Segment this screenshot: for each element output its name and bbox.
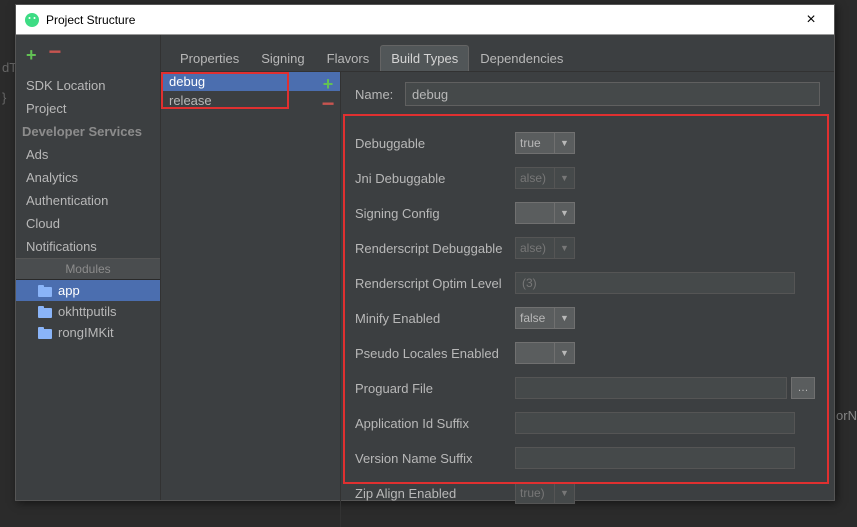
- sidebar-item[interactable]: Project: [16, 97, 160, 120]
- select-field[interactable]: ▼: [515, 202, 575, 224]
- field-label: Pseudo Locales Enabled: [355, 346, 515, 361]
- module-item[interactable]: app: [16, 280, 160, 301]
- tabs: PropertiesSigningFlavorsBuild TypesDepen…: [161, 35, 834, 72]
- field-label: Renderscript Debuggable: [355, 241, 515, 256]
- project-structure-dialog: Project Structure × + − SDK LocationProj…: [15, 4, 835, 501]
- text-input[interactable]: [515, 412, 795, 434]
- field-label: Jni Debuggable: [355, 171, 515, 186]
- remove-build-type-icon[interactable]: −: [322, 97, 335, 111]
- select-value: true: [515, 132, 555, 154]
- field-label: Minify Enabled: [355, 311, 515, 326]
- form-row: Debuggabletrue▼: [355, 132, 820, 154]
- select-field[interactable]: alse)▼: [515, 237, 575, 259]
- add-icon[interactable]: +: [26, 45, 37, 66]
- dialog-content: + − SDK LocationProject Developer Servic…: [16, 35, 834, 500]
- main-panel: PropertiesSigningFlavorsBuild TypesDepen…: [161, 35, 834, 500]
- tab[interactable]: Dependencies: [469, 45, 574, 71]
- form-row: Renderscript Debuggablealse)▼: [355, 237, 820, 259]
- select-value: alse): [515, 237, 555, 259]
- select-value: [515, 342, 555, 364]
- list-tools: + −: [316, 72, 340, 111]
- modules-header: Modules: [16, 258, 160, 280]
- select-value: false: [515, 307, 555, 329]
- select-field[interactable]: true)▼: [515, 482, 575, 504]
- module-icon: [38, 327, 52, 339]
- select-field[interactable]: true▼: [515, 132, 575, 154]
- close-button[interactable]: ×: [796, 11, 826, 29]
- form: Name: Debuggabletrue▼Jni Debuggablealse)…: [341, 72, 834, 527]
- form-row: Application Id Suffix: [355, 412, 820, 434]
- field-label: Renderscript Optim Level: [355, 276, 515, 291]
- background-right: orN: [836, 408, 857, 423]
- sidebar: + − SDK LocationProject Developer Servic…: [16, 35, 161, 500]
- text-input[interactable]: [515, 272, 795, 294]
- sidebar-service-item[interactable]: Analytics: [16, 166, 160, 189]
- sidebar-service-item[interactable]: Notifications: [16, 235, 160, 258]
- field-label: Application Id Suffix: [355, 416, 515, 431]
- chevron-down-icon[interactable]: ▼: [555, 342, 575, 364]
- chevron-down-icon[interactable]: ▼: [555, 482, 575, 504]
- form-row: Jni Debuggablealse)▼: [355, 167, 820, 189]
- chevron-down-icon[interactable]: ▼: [555, 307, 575, 329]
- build-type-item[interactable]: debug: [161, 72, 340, 91]
- developer-services-header: Developer Services: [16, 120, 160, 143]
- chevron-down-icon[interactable]: ▼: [555, 202, 575, 224]
- sidebar-service-item[interactable]: Cloud: [16, 212, 160, 235]
- sidebar-tools: + −: [16, 41, 160, 74]
- browse-button[interactable]: …: [791, 377, 815, 399]
- name-input[interactable]: [405, 82, 820, 106]
- select-value: true): [515, 482, 555, 504]
- select-field[interactable]: alse)▼: [515, 167, 575, 189]
- select-field[interactable]: false▼: [515, 307, 575, 329]
- chevron-down-icon[interactable]: ▼: [555, 132, 575, 154]
- sidebar-item[interactable]: SDK Location: [16, 74, 160, 97]
- module-icon: [38, 306, 52, 318]
- module-label: okhttputils: [58, 304, 117, 319]
- remove-icon[interactable]: −: [49, 45, 62, 66]
- name-label: Name:: [355, 87, 405, 102]
- build-types-panel: debugrelease + − Name: Debuggabletrue▼Jn…: [161, 72, 834, 527]
- build-type-item[interactable]: release: [161, 91, 340, 110]
- module-label: rongIMKit: [58, 325, 114, 340]
- build-types-list: debugrelease + −: [161, 72, 341, 527]
- field-label: Proguard File: [355, 381, 515, 396]
- chevron-down-icon[interactable]: ▼: [555, 167, 575, 189]
- select-value: alse): [515, 167, 555, 189]
- text-input[interactable]: [515, 447, 795, 469]
- sidebar-service-item[interactable]: Ads: [16, 143, 160, 166]
- field-label: Version Name Suffix: [355, 451, 515, 466]
- form-row: Signing Config ▼: [355, 202, 820, 224]
- select-value: [515, 202, 555, 224]
- field-label: Debuggable: [355, 136, 515, 151]
- chevron-down-icon[interactable]: ▼: [555, 237, 575, 259]
- tab[interactable]: Build Types: [380, 45, 469, 71]
- module-label: app: [58, 283, 80, 298]
- sidebar-service-item[interactable]: Authentication: [16, 189, 160, 212]
- module-item[interactable]: okhttputils: [16, 301, 160, 322]
- tab[interactable]: Properties: [169, 45, 250, 71]
- select-field[interactable]: ▼: [515, 342, 575, 364]
- titlebar: Project Structure ×: [16, 5, 834, 35]
- tab[interactable]: Signing: [250, 45, 315, 71]
- form-row: Renderscript Optim Level: [355, 272, 820, 294]
- field-label: Signing Config: [355, 206, 515, 221]
- form-row: Version Name Suffix: [355, 447, 820, 469]
- form-row: Proguard File …: [355, 377, 820, 399]
- module-icon: [38, 285, 52, 297]
- form-row: Pseudo Locales Enabled ▼: [355, 342, 820, 364]
- module-item[interactable]: rongIMKit: [16, 322, 160, 343]
- field-label: Zip Align Enabled: [355, 486, 515, 501]
- form-row: Zip Align Enabledtrue)▼: [355, 482, 820, 504]
- name-row: Name:: [355, 82, 820, 106]
- file-input[interactable]: [515, 377, 787, 399]
- tab[interactable]: Flavors: [316, 45, 381, 71]
- window-title: Project Structure: [46, 13, 796, 27]
- app-icon: [24, 12, 40, 28]
- form-row: Minify Enabledfalse▼: [355, 307, 820, 329]
